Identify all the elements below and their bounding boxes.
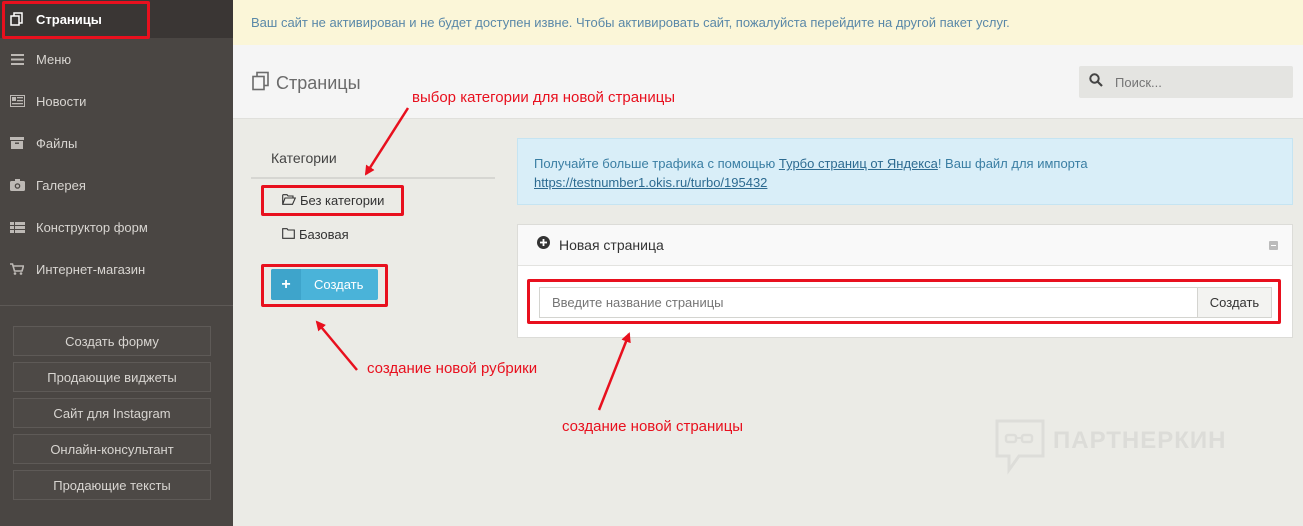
annotation-rubric: создание новой рубрики xyxy=(367,360,538,377)
watermark-logo-icon xyxy=(995,419,1045,475)
arrow-to-new-page-form xyxy=(597,332,631,411)
watermark-text: ПАРТНЕРКИН xyxy=(1053,427,1227,454)
annotation-category: выбор категории для новой страницы xyxy=(412,89,676,106)
arrow-to-create-category xyxy=(315,320,358,371)
arrow-to-category xyxy=(364,107,410,176)
annotation-page: создание новой страницы xyxy=(562,418,744,435)
